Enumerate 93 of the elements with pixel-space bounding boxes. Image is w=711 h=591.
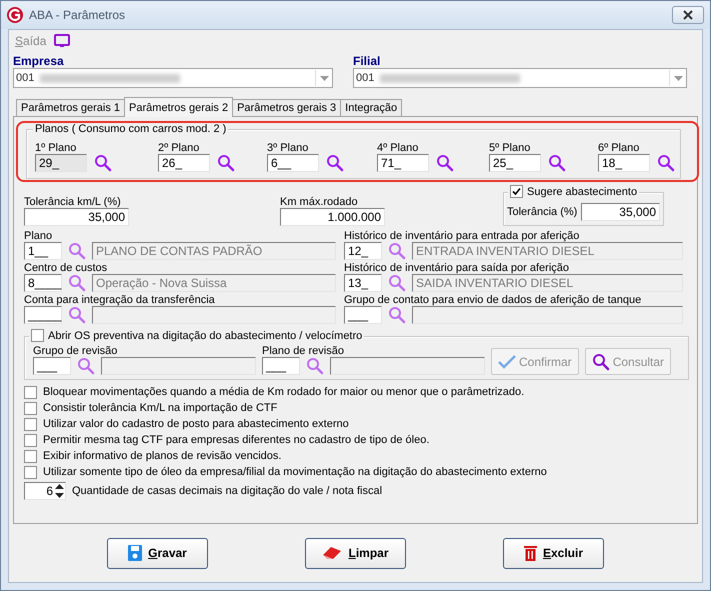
code-field[interactable]: 13_ [344, 274, 382, 292]
checkbox-label: Utilizar somente tipo de óleo da empresa/filial da movimentação na digitação do abastecimento externo [43, 466, 547, 478]
field-label: Conta para integração da transferência [24, 294, 216, 306]
search-icon[interactable] [326, 154, 344, 172]
checkbox[interactable] [24, 450, 37, 462]
code-field[interactable]: ___ [262, 357, 300, 375]
app-logo-icon [7, 7, 23, 23]
checkbox[interactable] [24, 418, 37, 430]
search-icon[interactable] [388, 306, 406, 324]
checkbox-label: Utilizar valor do cadastro de posto para abastecimento externo [43, 418, 349, 430]
tab[interactable]: Integração [340, 99, 402, 116]
plan-field[interactable]: 18_ [598, 154, 650, 172]
field-label: Centro de custos [24, 262, 108, 274]
search-icon[interactable] [657, 154, 675, 172]
close-button[interactable] [672, 6, 704, 24]
checkbox[interactable] [31, 329, 44, 342]
dropdown-field[interactable]: 001 [353, 68, 687, 88]
search-icon[interactable] [94, 154, 112, 172]
code-field[interactable]: ___ [33, 357, 71, 375]
search-icon[interactable] [77, 357, 95, 375]
field-label: Empresa [13, 54, 65, 68]
search-icon[interactable] [306, 357, 324, 375]
tab[interactable]: Parâmetros gerais 1 [16, 99, 126, 116]
group-title: Planos ( Consumo com carros mod. 2 ) [33, 123, 228, 135]
checkbox[interactable] [24, 466, 37, 478]
search-icon[interactable] [388, 242, 406, 260]
code-field[interactable]: 12_ [344, 242, 382, 260]
field-label: Grupo de contato para envio de dados de aferição de tanque [344, 294, 642, 306]
code-field[interactable]: 8____ [24, 274, 62, 292]
number-spinner[interactable]: 6 [24, 482, 66, 500]
field-label: Histórico de inventário para entrada por aferição [344, 230, 580, 242]
clear-button[interactable]: Limpar [305, 538, 406, 568]
search-icon[interactable] [68, 274, 86, 292]
field-label: 4º Plano [377, 142, 420, 154]
plan-field[interactable]: 6__ [267, 154, 319, 172]
checkbox[interactable] [24, 402, 37, 414]
search-icon[interactable] [68, 306, 86, 324]
search-icon[interactable] [68, 242, 86, 260]
dropdown-field[interactable]: 001 [13, 68, 333, 88]
close-icon [682, 10, 694, 20]
search-icon[interactable] [388, 274, 406, 292]
save-button[interactable]: Gravar [107, 538, 208, 568]
eraser-icon [322, 546, 342, 560]
field-label: Km máx.rodado [280, 196, 359, 208]
checkbox[interactable] [24, 434, 37, 446]
field-label: 3º Plano [267, 142, 310, 154]
field-label: 1º Plano [35, 142, 78, 154]
window-title: ABA - Parâmetros [29, 8, 126, 22]
field-label: Quantidade de casas decimais na digitação do vale / nota fiscal [72, 485, 382, 497]
checkbox-label: Consistir tolerância Km/L na importação de CTF [43, 402, 278, 414]
field-label: Plano de revisão [262, 345, 345, 357]
field-label: 2º Plano [158, 142, 200, 154]
description-field: SAIDA INVENTARIO DIESEL [412, 274, 683, 292]
field-label: Grupo de revisão [33, 345, 118, 357]
plan-field[interactable]: 71_ [377, 154, 429, 172]
tab[interactable]: Parâmetros gerais 3 [232, 99, 342, 116]
field-label: Tolerância km/L (%) [24, 196, 122, 208]
trash-icon [524, 545, 537, 561]
code-field[interactable]: ___ [344, 306, 382, 324]
caret-icon [320, 76, 328, 80]
field-label: 6º Plano [598, 142, 640, 154]
monitor-icon[interactable] [54, 34, 70, 48]
search-icon [592, 352, 610, 370]
code-field[interactable]: _____ [24, 306, 62, 324]
checkbox[interactable] [24, 386, 37, 398]
description-field: Operação - Nova Suissa [92, 274, 336, 292]
caret-icon [674, 76, 682, 80]
search-icon[interactable] [217, 154, 235, 172]
code-field[interactable]: 1__ [24, 242, 62, 260]
field-label: 5º Plano [489, 142, 532, 154]
max-km-field[interactable]: 1.000.000 [280, 208, 385, 226]
search-icon[interactable] [436, 154, 454, 172]
spin-arrows-icon [54, 483, 65, 499]
checkbox-label: Exibir informativo de planos de revisão vencidos. [43, 450, 282, 462]
checkmark-icon [498, 354, 516, 368]
field-label: Histórico de inventário para saída por aferição [344, 262, 570, 274]
field-label: Plano [24, 230, 54, 242]
plan-field[interactable]: 25_ [489, 154, 541, 172]
search-icon[interactable] [548, 154, 566, 172]
description-field: ENTRADA INVENTARIO DIESEL [412, 242, 683, 260]
checkbox-label: Permitir mesma tag CTF para empresas diferentes no cadastro de tipo de óleo. [43, 434, 430, 446]
checkbox[interactable] [510, 185, 523, 198]
description-field: PLANO DE CONTAS PADRÃO [92, 242, 336, 260]
field-label: Filial [353, 54, 382, 68]
checkbox-label: Sugere abastecimento [527, 186, 638, 198]
delete-button[interactable]: Excluir [503, 538, 604, 568]
field-label: Tolerância (%) [507, 206, 578, 218]
tab[interactable]: Parâmetros gerais 2 [124, 97, 234, 117]
tolerance-field[interactable]: 35,000 [24, 208, 129, 226]
checkbox-label: Abrir OS preventiva na digitação do abastecimento / velocímetro [48, 330, 362, 342]
tolerance-field[interactable]: 35,000 [581, 203, 660, 221]
plan-field[interactable]: 26_ [158, 154, 210, 172]
checkbox-label: Bloquear movimentações quando a média de Km rodado for maior ou menor que o parâmetrizado. [43, 386, 524, 398]
